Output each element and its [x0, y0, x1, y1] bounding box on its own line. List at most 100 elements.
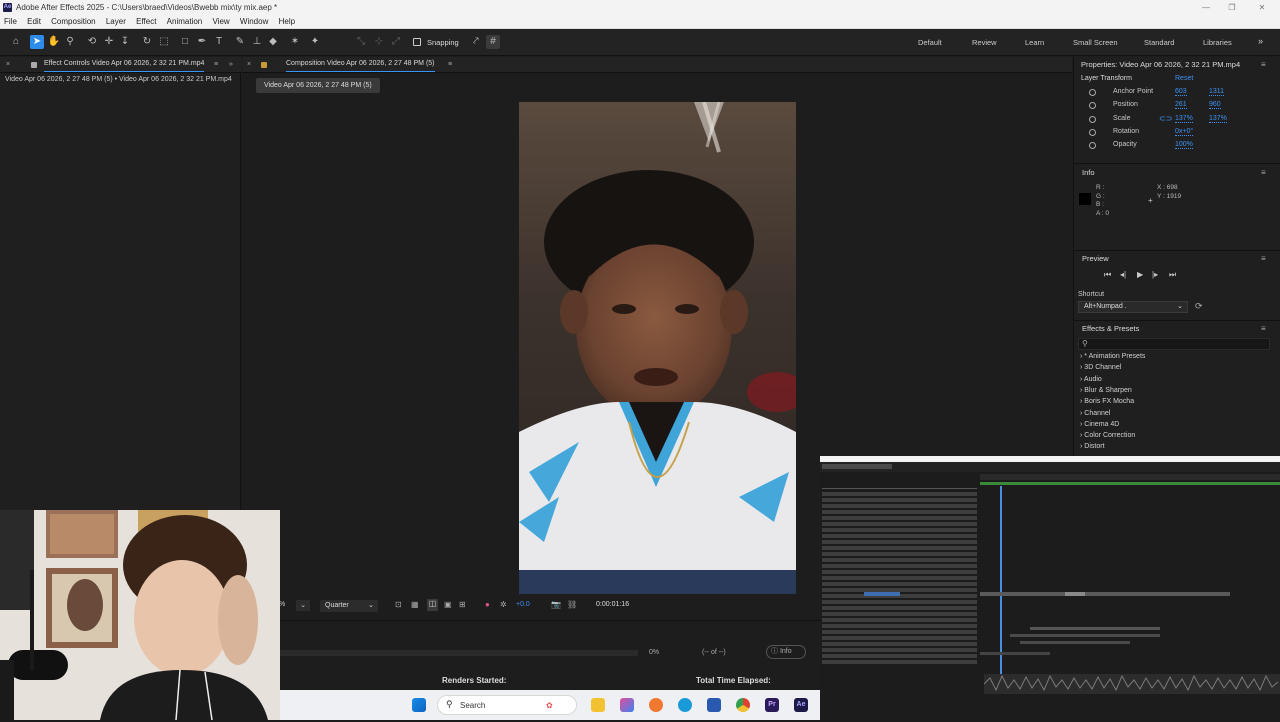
menu-composition[interactable]: Composition: [51, 17, 95, 26]
edge-icon[interactable]: [678, 698, 692, 712]
world-axis-icon[interactable]: ⊹: [372, 35, 386, 49]
tab-effect-controls[interactable]: Effect Controls Video Apr 06 2026, 2 32 …: [44, 57, 205, 72]
scale-x-value[interactable]: 137%: [1175, 115, 1193, 123]
anchor-y-value[interactable]: 1311: [1209, 88, 1225, 96]
taskbar-search-box[interactable]: ⚲ Search ✿: [437, 695, 577, 715]
close-tab-icon[interactable]: ×: [6, 57, 10, 73]
mask-visibility-icon[interactable]: ◫: [427, 599, 438, 611]
close-tab-icon[interactable]: ×: [247, 57, 251, 73]
shortcut-select[interactable]: Alt+Numpad . ⌄: [1078, 301, 1188, 313]
first-frame-icon[interactable]: ⏮: [1104, 270, 1111, 280]
panel-menu-icon[interactable]: ≡: [1261, 61, 1268, 69]
axis-icon[interactable]: ⤡: [354, 35, 368, 49]
stopwatch-icon[interactable]: [1089, 129, 1096, 136]
snapshot-camera-icon[interactable]: 📷: [551, 600, 561, 609]
effects-category[interactable]: › Distort: [1080, 443, 1105, 450]
opacity-value[interactable]: 100%: [1175, 141, 1193, 149]
view-axis-icon[interactable]: ⤢: [389, 35, 403, 49]
panel-menu-icon[interactable]: ≡: [448, 57, 452, 73]
exposure-value[interactable]: +0.0: [516, 601, 530, 608]
rotation-value[interactable]: 0x+0°: [1175, 128, 1194, 136]
stopwatch-icon[interactable]: [1089, 89, 1096, 96]
show-snapshot-icon[interactable]: ⛓: [567, 600, 577, 609]
snap-grid-icon[interactable]: #: [486, 35, 500, 49]
composition-viewer-frame[interactable]: [519, 102, 796, 594]
file-explorer-icon[interactable]: [591, 698, 605, 712]
panel-menu-icon[interactable]: ≡: [1261, 325, 1268, 333]
grid-guides-icon[interactable]: ⊞: [459, 600, 466, 609]
panel-menu-icon[interactable]: ≡: [1261, 169, 1268, 177]
constrain-proportions-link-icon[interactable]: ⊂⊃: [1159, 114, 1172, 123]
effects-category[interactable]: › Audio: [1080, 376, 1102, 383]
workspace-small-screen[interactable]: Small Screen: [1073, 38, 1118, 47]
play-icon[interactable]: ▶: [1137, 270, 1143, 279]
workspace-standard[interactable]: Standard: [1144, 38, 1174, 47]
dolly-camera-icon[interactable]: ↧: [118, 35, 132, 49]
chrome-icon[interactable]: [736, 698, 750, 712]
transparency-grid-icon[interactable]: ▦: [411, 600, 419, 609]
premiere-pro-icon[interactable]: Pr: [765, 698, 779, 712]
maximize-icon[interactable]: ❐: [1220, 0, 1244, 15]
color-management-icon[interactable]: ✲: [500, 600, 507, 609]
hand-tool-icon[interactable]: ✋: [47, 35, 61, 49]
zoom-tool-icon[interactable]: ⚲: [63, 35, 77, 49]
scale-y-value[interactable]: 137%: [1209, 115, 1227, 123]
pan-camera-icon[interactable]: ✛: [102, 35, 116, 49]
lock-icon[interactable]: [31, 62, 37, 68]
effects-category[interactable]: › Cinema 4D: [1080, 421, 1119, 428]
copilot-icon[interactable]: [620, 698, 634, 712]
minimize-icon[interactable]: —: [1194, 0, 1218, 15]
close-icon[interactable]: ✕: [1250, 0, 1274, 15]
menu-view[interactable]: View: [212, 17, 229, 26]
workspace-libraries[interactable]: Libraries: [1203, 38, 1232, 47]
channel-icon[interactable]: ●: [485, 600, 490, 609]
menu-layer[interactable]: Layer: [106, 17, 126, 26]
effects-category[interactable]: › Boris FX Mocha: [1080, 398, 1134, 405]
previous-frame-icon[interactable]: ◂|: [1120, 270, 1126, 279]
after-effects-icon[interactable]: Ae: [794, 698, 808, 712]
eraser-tool-icon[interactable]: ◆: [266, 35, 280, 49]
workspace-default[interactable]: Default: [918, 38, 942, 47]
more-tabs-icon[interactable]: »: [229, 57, 233, 73]
effects-search-input[interactable]: ⚲: [1078, 338, 1270, 350]
panel-menu-icon[interactable]: ≡: [1261, 255, 1268, 263]
stopwatch-icon[interactable]: [1089, 142, 1096, 149]
workspace-review[interactable]: Review: [972, 38, 997, 47]
effects-category[interactable]: › 3D Channel: [1080, 364, 1121, 371]
menu-help[interactable]: Help: [279, 17, 295, 26]
brush-tool-icon[interactable]: ✎: [233, 35, 247, 49]
effects-category[interactable]: › Channel: [1080, 410, 1110, 417]
home-icon[interactable]: ⌂: [9, 35, 23, 49]
puppet-pin-icon[interactable]: ✦: [308, 35, 322, 49]
anchor-x-value[interactable]: 603: [1175, 88, 1187, 96]
reset-button[interactable]: Reset: [1175, 75, 1193, 82]
effects-category[interactable]: › Color Correction: [1080, 432, 1135, 439]
selection-tool-icon[interactable]: ➤: [30, 35, 44, 49]
panel-menu-icon[interactable]: ≡: [214, 57, 218, 73]
menu-animation[interactable]: Animation: [167, 17, 203, 26]
snapping-checkbox[interactable]: [413, 38, 421, 46]
position-y-value[interactable]: 960: [1209, 101, 1221, 109]
menu-edit[interactable]: Edit: [27, 17, 41, 26]
info-button[interactable]: ⓘ Info: [766, 645, 806, 659]
stopwatch-icon[interactable]: [1089, 116, 1096, 123]
rotate-tool-icon[interactable]: ↻: [140, 35, 154, 49]
workspace-more-icon[interactable]: »: [1258, 36, 1263, 46]
menu-file[interactable]: File: [4, 17, 17, 26]
tab-composition[interactable]: Composition Video Apr 06 2026, 2 27 48 P…: [286, 57, 435, 72]
region-of-interest-icon[interactable]: ▣: [444, 600, 452, 609]
position-x-value[interactable]: 261: [1175, 101, 1187, 109]
current-time[interactable]: 0:00:01:16: [596, 601, 629, 608]
menu-effect[interactable]: Effect: [136, 17, 156, 26]
chevron-down-icon[interactable]: ⌄: [296, 600, 310, 611]
windows-start-icon[interactable]: [412, 698, 426, 712]
type-tool-icon[interactable]: T: [212, 35, 226, 49]
microsoft-store-icon[interactable]: [707, 698, 721, 712]
last-frame-icon[interactable]: ⏭: [1169, 270, 1176, 280]
loop-icon[interactable]: ⟳: [1195, 301, 1203, 312]
resolution-select[interactable]: Quarter ⌄: [320, 600, 378, 612]
effects-category[interactable]: › Blur & Sharpen: [1080, 387, 1132, 394]
rectangle-tool-icon[interactable]: □: [178, 35, 192, 49]
menu-window[interactable]: Window: [240, 17, 268, 26]
next-frame-icon[interactable]: |▸: [1152, 270, 1158, 279]
